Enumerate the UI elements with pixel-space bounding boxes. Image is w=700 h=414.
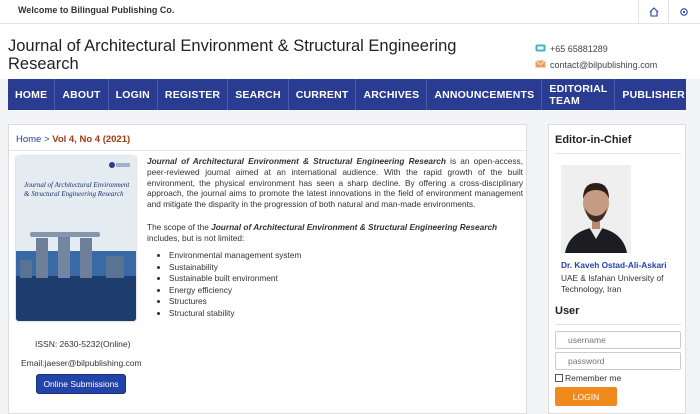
login-button[interactable]: LOGIN [555,387,617,406]
main-panel: Home > Vol 4, No 4 (2021) Journal of Arc… [8,124,528,414]
remember-me[interactable]: Remember me [555,373,621,383]
main-nav: HOME ABOUT LOGIN REGISTER SEARCH CURRENT… [8,79,686,110]
phone-icon [535,44,546,54]
scope-list: Environmental management system Sustaina… [159,250,301,320]
online-submissions-button[interactable]: Online Submissions [36,374,126,394]
email-address[interactable]: contact@bilpublishing.com [550,60,657,70]
nav-search[interactable]: SEARCH [228,79,289,110]
scope-intro: The scope of the Journal of Architectura… [147,222,523,243]
list-item: Sustainability [169,262,301,274]
editor-affiliation: UAE & Isfahan University of Technology, … [561,273,664,294]
email-contact: contact@bilpublishing.com [535,60,657,70]
editor-name[interactable]: Dr. Kaveh Ostad-Ali-Askari [561,260,667,270]
gear-icon[interactable] [668,0,698,24]
nav-login[interactable]: LOGIN [109,79,158,110]
editor-heading: Editor-in-Chief [555,134,632,146]
journal-cover: Journal of Architectural Environment & S… [16,156,136,321]
password-input[interactable] [555,352,681,370]
nav-current[interactable]: CURRENT [289,79,357,110]
top-bar: Welcome to Bilingual Publishing Co. [0,0,700,24]
scope-prefix: The scope of the [147,222,212,232]
welcome-text: Welcome to Bilingual Publishing Co. [18,5,175,15]
username-input[interactable] [555,331,681,349]
nav-register[interactable]: REGISTER [158,79,229,110]
divider [9,150,528,151]
nav-about[interactable]: ABOUT [55,79,109,110]
list-item: Sustainable built environment [169,273,301,285]
nav-editorial-team[interactable]: EDITORIAL TEAM [542,79,616,110]
phone-number: +65 65881289 [550,44,608,54]
cover-title: Journal of Architectural Environment & S… [24,181,130,198]
breadcrumb: Home > Vol 4, No 4 (2021) [16,134,130,145]
editor-photo [561,165,631,253]
phone-contact: +65 65881289 [535,44,608,54]
nav-archives[interactable]: ARCHIVES [356,79,428,110]
journal-email: Email:jaeser@bilpublishing.com [21,358,142,368]
list-item: Structures [169,296,301,308]
list-item: Environmental management system [169,250,301,262]
remember-me-checkbox[interactable] [555,374,563,382]
user-heading: User [555,305,580,317]
list-item: Energy efficiency [169,285,301,297]
intro-journal-name: Journal of Architectural Environment & S… [147,156,446,166]
nav-announcements[interactable]: ANNOUNCEMENTS [427,79,543,110]
breadcrumb-separator: > [43,134,50,145]
issn-text: ISSN: 2630-5232(Online) [35,339,131,349]
breadcrumb-home[interactable]: Home [16,134,41,145]
nav-home[interactable]: HOME [8,79,56,110]
list-item: Structural stability [169,308,301,320]
journal-title[interactable]: Journal of Architectural Environment & S… [8,37,508,73]
scope-suffix: includes, but is not limited: [147,232,245,243]
site-header: Journal of Architectural Environment & S… [0,24,700,79]
remember-me-label: Remember me [565,373,622,383]
nav-publisher[interactable]: PUBLISHER [615,79,691,110]
divider [555,324,681,325]
journal-description: Journal of Architectural Environment & S… [147,156,523,210]
divider [555,153,681,154]
scope-journal-name: Journal of Architectural Environment & S… [211,222,498,232]
home-icon[interactable] [638,0,668,24]
breadcrumb-current: Vol 4, No 4 (2021) [52,134,131,145]
sidebar: Editor-in-Chief Dr. Kaveh Ostad-Ali-Aska… [548,124,686,414]
mail-icon [535,60,546,70]
